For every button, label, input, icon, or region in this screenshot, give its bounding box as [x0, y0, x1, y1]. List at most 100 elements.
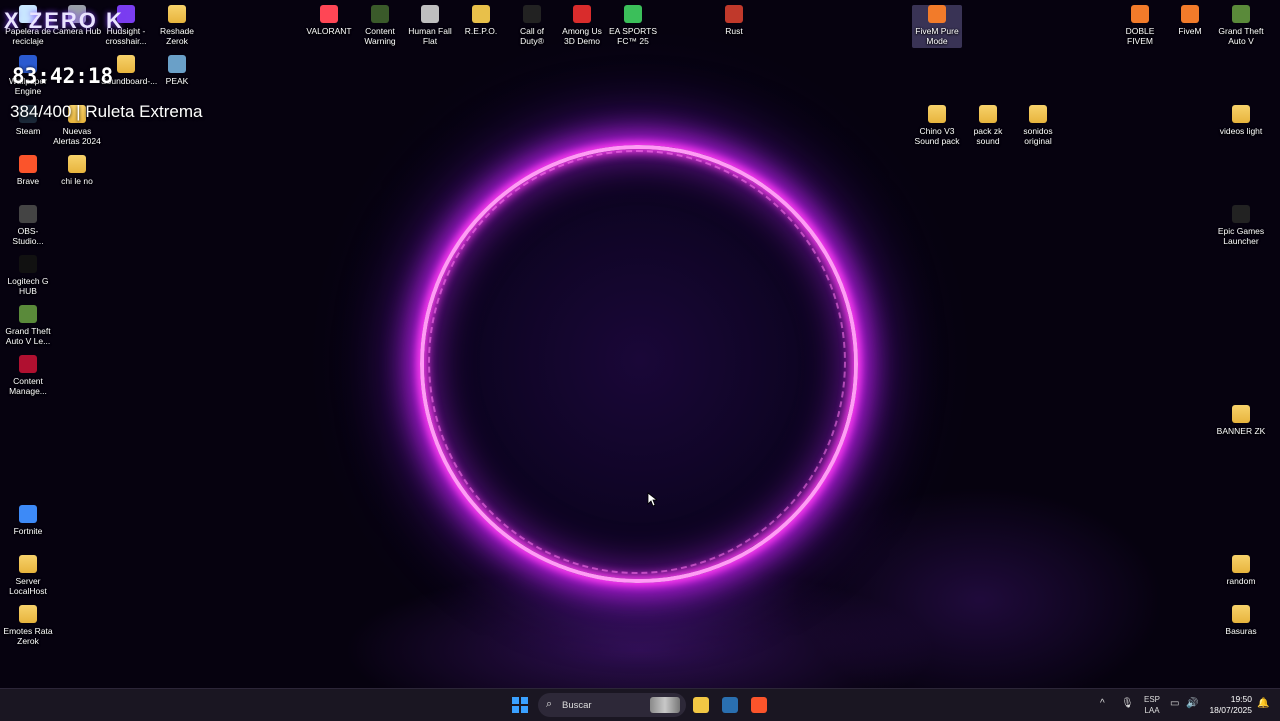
desktop-icon[interactable]: Human Fall Flat [405, 5, 455, 46]
chevron-up-icon[interactable]: ^ [1100, 698, 1105, 709]
desktop-icon[interactable]: videos light [1216, 105, 1266, 136]
call-of-duty-icon [523, 5, 541, 23]
folder-icon [1232, 555, 1250, 573]
desktop-icon-label: pack zk sound [973, 126, 1003, 146]
desktop-icon-label: Call of Duty® [519, 26, 545, 46]
desktop-icon[interactable]: random [1216, 555, 1266, 586]
clock-time: 19:50 [1230, 694, 1252, 704]
desktop-icon-label: FiveM Pure Mode [915, 26, 959, 46]
desktop-icon[interactable]: chi le no [52, 155, 102, 186]
desktop-icon[interactable]: Basuras [1216, 605, 1266, 636]
desktop-icon[interactable]: Chino V3 Sound pack [912, 105, 962, 146]
desktop-icon[interactable]: Logitech G HUB [3, 255, 53, 296]
desktop-icon-label: sonidos original [1023, 126, 1053, 146]
desktop-icon[interactable]: Fortnite [3, 505, 53, 536]
folder-icon [1232, 105, 1250, 123]
taskbar-search[interactable]: ⌕ Buscar [538, 693, 686, 717]
peak-icon [168, 55, 186, 73]
brave-icon[interactable] [751, 697, 767, 713]
ea-fc-icon [624, 5, 642, 23]
desktop-icon-label: Reshade Zerok [159, 26, 195, 46]
desktop-icon[interactable]: Server LocalHost [3, 555, 53, 596]
gta-v-icon [19, 305, 37, 323]
desktop-icon-label: Among Us 3D Demo [562, 26, 602, 46]
among-us-icon [573, 5, 591, 23]
desktop-icon-label: Fortnite [13, 526, 43, 536]
desktop-icon-label: Brave [16, 176, 40, 186]
stream-timer: 83:42:18 [12, 64, 114, 88]
desktop-icon[interactable]: VALORANT [304, 5, 354, 36]
keyboard-layout: LAA [1144, 706, 1160, 715]
desktop-icon[interactable]: Content Manage... [3, 355, 53, 396]
desktop-icon[interactable]: Reshade Zerok [152, 5, 202, 46]
desktop-icon-label: Grand Theft Auto V Le... [5, 326, 51, 346]
desktop-icon-label: Emotes Rata Zerok [3, 626, 53, 646]
folder-icon [19, 555, 37, 573]
desktop-icon-label: random [1226, 576, 1256, 586]
desktop-icon[interactable]: Among Us 3D Demo [557, 5, 607, 46]
taskbar: ⌕ Buscar ^ 🎙 ESP LAA ▭ 🔊 19:50 18/07/202… [0, 688, 1280, 721]
desktop-icon-label: Server LocalHost [9, 576, 47, 596]
fire-ring-flames [428, 150, 846, 574]
desktop-icon-label: Content Manage... [9, 376, 47, 396]
network-icon[interactable]: ▭ [1170, 698, 1179, 709]
desktop-icon-label: BANNER ZK [1216, 426, 1266, 436]
desktop-icon[interactable]: Brave [3, 155, 53, 186]
system-clock[interactable]: 19:50 18/07/2025 [1204, 694, 1252, 716]
desktop-icon-label: EA SPORTS FC™ 25 [608, 26, 658, 46]
desktop-icon-label: Epic Games Launcher [1217, 226, 1265, 246]
search-placeholder: Buscar [562, 700, 592, 711]
obs-icon [19, 205, 37, 223]
desktop-icon[interactable]: sonidos original [1013, 105, 1063, 146]
notifications-icon[interactable]: 🔔 [1257, 698, 1269, 709]
folder-icon [1232, 605, 1250, 623]
content-manager-icon [19, 355, 37, 373]
language-indicator[interactable]: ESP LAA [1141, 694, 1163, 716]
desktop-icon-label: DOBLE FIVEM [1125, 26, 1155, 46]
desktop-icon[interactable]: FiveM [1165, 5, 1215, 36]
microphone-icon[interactable]: 🎙 [1121, 698, 1134, 709]
repo-icon [472, 5, 490, 23]
desktop-icon[interactable]: Emotes Rata Zerok [3, 605, 53, 646]
desktop-icon[interactable]: EA SPORTS FC™ 25 [608, 5, 658, 46]
desktop-icon-label: Rust [725, 26, 743, 36]
desktop-icon-label: FiveM [1178, 26, 1202, 36]
desktop-icon-label: Content Warning [364, 26, 396, 46]
file-explorer-icon[interactable] [693, 697, 709, 713]
desktop-icon[interactable]: OBS-Studio... [3, 205, 53, 246]
rust-icon [725, 5, 743, 23]
desktop-icon[interactable]: pack zk sound [963, 105, 1013, 146]
desktop-icon-label: OBS-Studio... [12, 226, 44, 246]
desktop-icon[interactable]: Content Warning [355, 5, 405, 46]
language-code: ESP [1143, 695, 1160, 704]
desktop-icon[interactable]: Grand Theft Auto V [1216, 5, 1266, 46]
desktop-icon[interactable]: R.E.P.O. [456, 5, 506, 36]
clock-date: 18/07/2025 [1209, 705, 1252, 715]
desktop-icon[interactable]: Call of Duty® [507, 5, 557, 46]
folder-icon [928, 105, 946, 123]
desktop-icon-label: videos light [1219, 126, 1263, 136]
folder-icon [117, 55, 135, 73]
desktop-icon[interactable]: Epic Games Launcher [1216, 205, 1266, 246]
desktop-icon[interactable]: Rust [709, 5, 759, 36]
desktop-icon[interactable]: DOBLE FIVEM [1115, 5, 1165, 46]
desktop-icon[interactable]: FiveM Pure Mode [912, 5, 962, 48]
fortnite-icon [19, 505, 37, 523]
folder-icon [168, 5, 186, 23]
desktop[interactable]: Papelera de reciclaje Camera Hub Hudsight … [0, 0, 1280, 688]
desktop-icon-label: PEAK [165, 76, 189, 86]
start-button[interactable] [512, 697, 528, 713]
desktop-icon-label: Steam [15, 126, 41, 136]
steam-icon[interactable] [722, 697, 738, 713]
stream-goal: 384/400 | Ruleta Extrema [10, 102, 203, 121]
desktop-icon-label: Chino V3 Sound pack [914, 126, 960, 146]
desktop-icon[interactable]: Grand Theft Auto V Le... [3, 305, 53, 346]
desktop-icon[interactable]: BANNER ZK [1216, 405, 1266, 436]
stream-logo: X ZERO K [4, 8, 124, 33]
desktop-icon[interactable]: PEAK [152, 55, 202, 86]
search-icon: ⌕ [546, 698, 553, 710]
desktop-icon-label: R.E.P.O. [464, 26, 498, 36]
brave-icon [19, 155, 37, 173]
volume-icon[interactable]: 🔊 [1186, 698, 1198, 709]
desktop-icon-label: Human Fall Flat [408, 26, 452, 46]
